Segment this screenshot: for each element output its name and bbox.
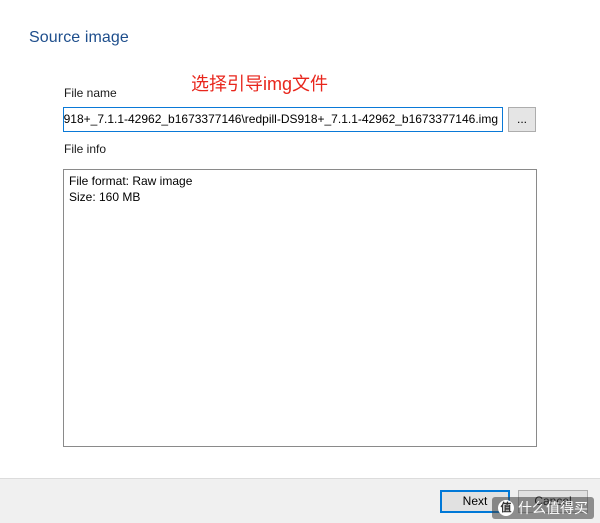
file-info-format: File format: Raw image [69, 174, 193, 188]
annotation-note: 选择引导img文件 [191, 74, 329, 94]
file-name-value: DS918+_7.1.1-42962_b1673377146\redpill-D… [63, 112, 498, 126]
browse-button[interactable]: ... [508, 107, 536, 132]
file-info-label: File info [64, 142, 107, 156]
page-title: Source image [29, 29, 129, 46]
file-name-input[interactable]: DS918+_7.1.1-42962_b1673377146\redpill-D… [63, 107, 503, 132]
watermark-text: 什么值得买 [518, 500, 588, 516]
file-info-size: Size: 160 MB [69, 190, 141, 204]
watermark-logo-icon: 值 [498, 500, 514, 516]
file-name-label: File name [64, 86, 117, 100]
watermark: 值 什么值得买 [492, 497, 594, 519]
file-info-box: File format: Raw image Size: 160 MB [63, 169, 537, 447]
